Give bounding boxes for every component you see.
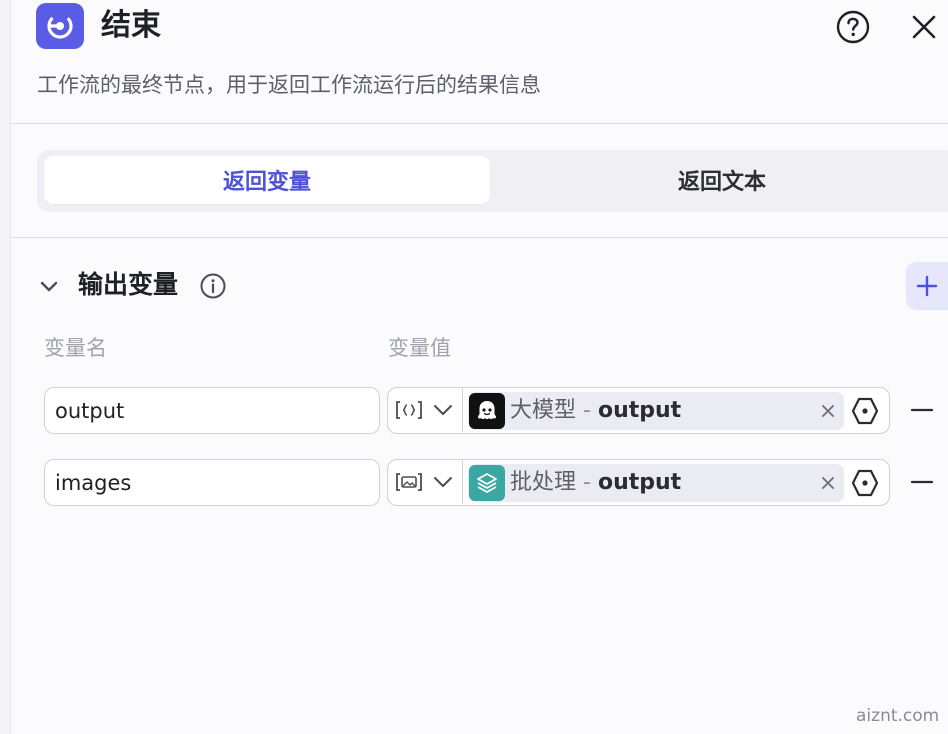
reference-separator: -: [576, 470, 598, 495]
remove-variable-button[interactable]: [909, 397, 935, 423]
return-mode-area: 返回变量 返回文本: [11, 124, 948, 238]
variable-reference-icon[interactable]: [850, 396, 880, 426]
chevron-down-icon: [434, 477, 452, 487]
add-variable-button[interactable]: [906, 262, 948, 310]
clear-reference-icon[interactable]: [818, 401, 838, 421]
panel-description: 工作流的最终节点，用于返回工作流运行后的结果信息: [37, 73, 541, 97]
chevron-down-icon: [434, 405, 452, 415]
variable-value-field: 批处理 - output: [387, 459, 890, 506]
end-node-icon: [36, 3, 84, 49]
help-button[interactable]: [835, 9, 871, 45]
end-node-panel: 结束 工作流的最终节点，用于返回工作流运行后的结果信息 返回变量 返回文本 输出…: [11, 0, 948, 734]
reference-label: 批处理 - output: [510, 467, 681, 499]
canvas-edge: [0, 0, 11, 734]
column-label-value: 变量值: [388, 336, 451, 360]
watermark: aiznt.com: [856, 706, 940, 726]
reference-label: 大模型 - output: [510, 395, 681, 427]
image-type-icon: [396, 473, 422, 491]
section-title: 输出变量: [78, 270, 179, 299]
clear-reference-icon[interactable]: [818, 473, 838, 493]
help-circle-icon: [836, 10, 870, 44]
variable-reference-icon[interactable]: [850, 468, 880, 498]
plus-icon: [916, 275, 938, 297]
close-icon: [912, 15, 936, 39]
variable-value-field: 大模型 - output: [387, 387, 890, 434]
tab-return-text[interactable]: 返回文本: [499, 156, 945, 204]
output-section-header: 输出变量: [11, 262, 948, 310]
reference-node-name: 批处理: [510, 470, 577, 495]
variable-reference-chip[interactable]: 批处理 - output: [468, 464, 844, 502]
batch-node-icon: [469, 465, 505, 501]
object-type-icon: [396, 401, 422, 419]
variable-row: 批处理 - output: [11, 459, 948, 507]
variable-row: 大模型 - output: [11, 387, 948, 435]
close-button[interactable]: [906, 9, 942, 45]
reference-node-name: 大模型: [510, 398, 577, 423]
panel-header: 结束 工作流的最终节点，用于返回工作流运行后的结果信息: [11, 0, 948, 124]
return-mode-tabs: 返回变量 返回文本: [37, 150, 948, 212]
column-label-name: 变量名: [44, 336, 107, 360]
chevron-down-icon[interactable]: [37, 274, 61, 298]
variable-type-select[interactable]: [388, 460, 463, 504]
info-icon[interactable]: [199, 272, 227, 300]
variable-name-input[interactable]: [44, 459, 380, 506]
variable-name-input[interactable]: [44, 387, 380, 434]
reference-variable-name: output: [597, 470, 682, 495]
variable-reference-chip[interactable]: 大模型 - output: [468, 392, 844, 430]
tab-return-variables[interactable]: 返回变量: [44, 156, 490, 204]
panel-title: 结束: [101, 8, 161, 43]
remove-variable-button[interactable]: [909, 469, 935, 495]
llm-node-icon: [469, 393, 505, 429]
variable-type-select[interactable]: [388, 388, 463, 432]
reference-separator: -: [576, 398, 598, 423]
reference-variable-name: output: [597, 398, 682, 423]
